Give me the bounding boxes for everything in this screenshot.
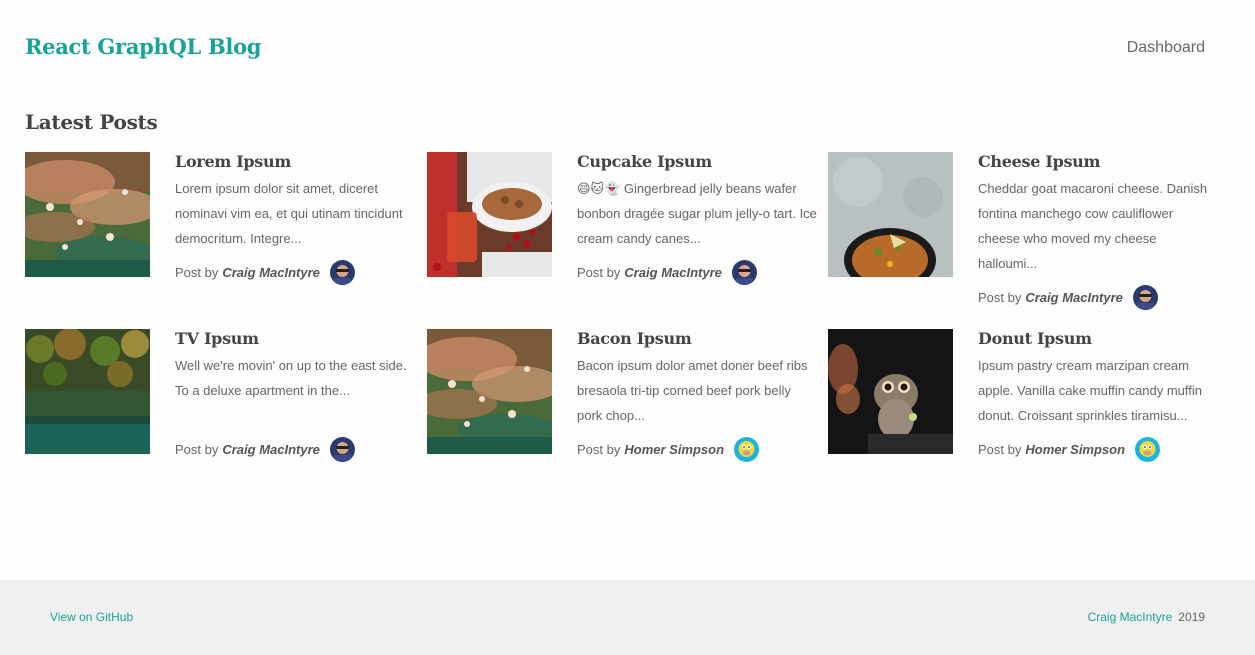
github-link[interactable]: View on GitHub <box>50 610 133 624</box>
post-meta: Post by Craig MacIntyre <box>577 259 817 285</box>
post-thumbnail[interactable] <box>427 152 552 277</box>
posted-by-label: Post by <box>978 441 1022 457</box>
post-card: Lorem Ipsum Lorem ipsum dolor sit amet, … <box>25 152 415 312</box>
post-title-link[interactable]: TV Ipsum <box>175 330 415 348</box>
post-thumbnail[interactable] <box>25 152 150 277</box>
avatar <box>734 436 760 462</box>
post-excerpt: Well we're movin' on up to the east side… <box>175 358 407 398</box>
post-card: Cheese Ipsum Cheddar goat macaroni chees… <box>828 152 1218 312</box>
posted-by-label: Post by <box>175 441 219 457</box>
author-link[interactable]: Craig MacIntyre <box>222 442 320 457</box>
post-meta: Post by Homer Simpson <box>978 436 1218 462</box>
post-excerpt: Bacon ipsum dolor amet doner beef ribs b… <box>577 358 808 423</box>
post-meta: Post by Craig MacIntyre <box>978 284 1218 310</box>
footer-credit: Craig MacIntyre 2019 <box>1088 610 1205 624</box>
post-excerpt: Lorem ipsum dolor sit amet, diceret nomi… <box>175 181 403 246</box>
post-excerpt: Cheddar goat macaroni cheese. Danish fon… <box>978 181 1208 271</box>
avatar <box>731 259 757 285</box>
author-link[interactable]: Homer Simpson <box>624 442 724 457</box>
post-card: Bacon Ipsum Bacon ipsum dolor amet doner… <box>427 329 817 489</box>
post-title-link[interactable]: Donut Ipsum <box>978 330 1218 348</box>
site-footer: View on GitHub Craig MacIntyre 2019 <box>0 580 1255 655</box>
post-title-link[interactable]: Cheese Ipsum <box>978 153 1218 171</box>
author-link[interactable]: Craig MacIntyre <box>624 265 722 280</box>
avatar <box>329 436 355 462</box>
avatar <box>1132 284 1158 310</box>
post-meta: Post by Craig MacIntyre <box>175 259 415 285</box>
post-card: Cupcake Ipsum 😄🐱👻 Gingerbread jelly bean… <box>427 152 817 312</box>
post-thumbnail[interactable] <box>25 329 150 454</box>
posted-by-label: Post by <box>577 264 621 280</box>
site-brand-link[interactable]: React GraphQL Blog <box>25 34 261 59</box>
author-link[interactable]: Craig MacIntyre <box>1025 290 1123 305</box>
post-meta: Post by Homer Simpson <box>577 436 817 462</box>
posted-by-label: Post by <box>175 264 219 280</box>
post-excerpt: Ipsum pastry cream marzipan cream apple.… <box>978 358 1203 423</box>
post-excerpt: 😄🐱👻 Gingerbread jelly beans wafer bonbon… <box>577 181 817 246</box>
post-meta: Post by Craig MacIntyre <box>175 436 415 462</box>
avatar <box>1135 436 1161 462</box>
posted-by-label: Post by <box>577 441 621 457</box>
credit-author-link[interactable]: Craig MacIntyre <box>1088 610 1173 624</box>
author-link[interactable]: Craig MacIntyre <box>222 265 320 280</box>
page-title: Latest Posts <box>25 110 158 134</box>
posted-by-label: Post by <box>978 289 1022 305</box>
post-title-link[interactable]: Lorem Ipsum <box>175 153 415 171</box>
avatar <box>329 259 355 285</box>
post-card: Donut Ipsum Ipsum pastry cream marzipan … <box>828 329 1218 489</box>
post-thumbnail[interactable] <box>828 152 953 277</box>
post-title-link[interactable]: Cupcake Ipsum <box>577 153 817 171</box>
footer-year: 2019 <box>1178 610 1205 624</box>
author-link[interactable]: Homer Simpson <box>1025 442 1125 457</box>
post-card: TV Ipsum Well we're movin' on up to the … <box>25 329 415 489</box>
post-title-link[interactable]: Bacon Ipsum <box>577 330 817 348</box>
site-header: React GraphQL Blog Dashboard <box>0 0 1255 100</box>
nav-dashboard-link[interactable]: Dashboard <box>1127 39 1205 57</box>
post-thumbnail[interactable] <box>828 329 953 454</box>
post-thumbnail[interactable] <box>427 329 552 454</box>
